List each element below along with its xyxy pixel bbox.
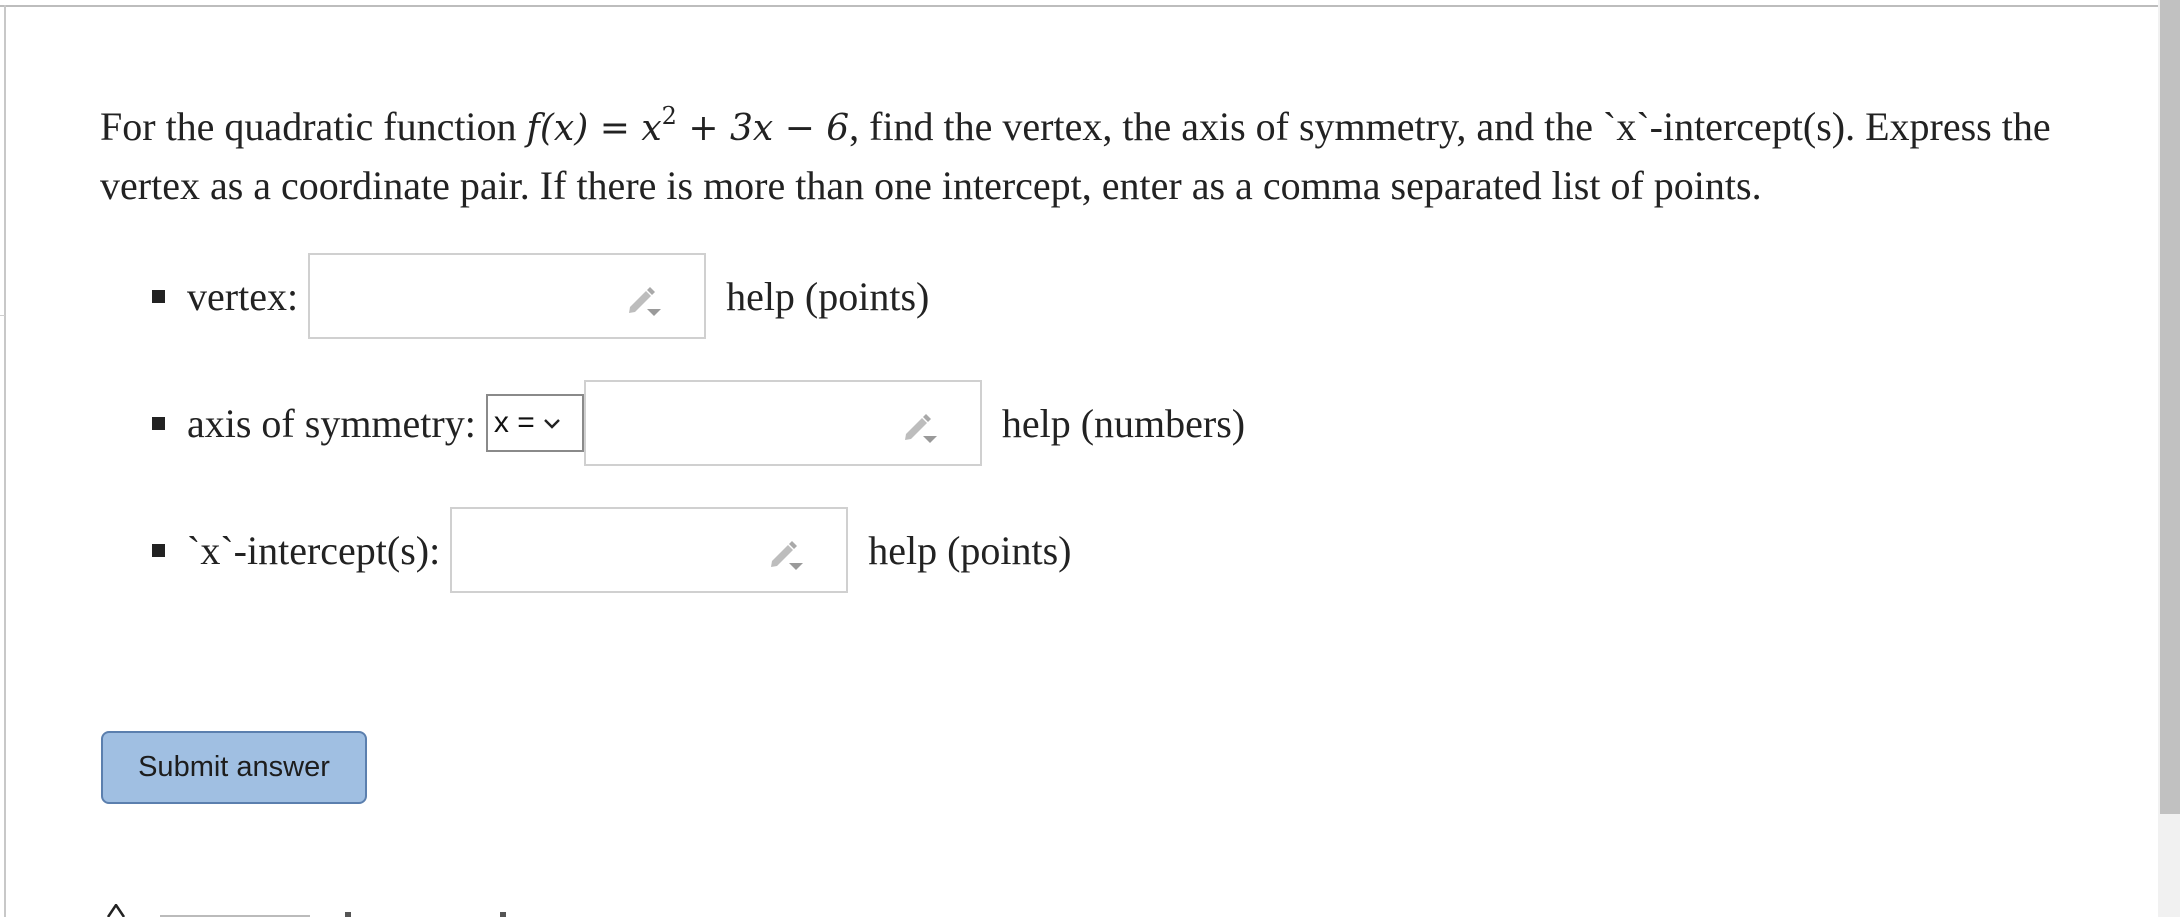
pencil-dropdown-icon[interactable]	[626, 283, 662, 319]
list-item-x-intercepts: `x`-intercept(s): help (points)	[152, 506, 1072, 594]
axis-variable-select-value: x =	[493, 406, 535, 439]
formula-exponent: 2	[661, 102, 677, 130]
scrollbar-thumb[interactable]	[2160, 0, 2180, 814]
problem-statement: For the quadratic function f(x) = x2 + 3…	[100, 98, 2120, 214]
axis-variable-select[interactable]: x =	[485, 394, 584, 452]
list-bullet	[152, 416, 165, 430]
vertex-input[interactable]	[308, 253, 707, 339]
list-bullet	[152, 289, 165, 303]
left-margin-tick	[0, 315, 5, 316]
list-item-vertex: vertex: help (points)	[152, 252, 929, 340]
axis-of-symmetry-input[interactable]	[583, 380, 982, 466]
pencil-dropdown-icon[interactable]	[768, 537, 804, 573]
function-formula: f(x) = x2 + 3x − 6	[526, 104, 850, 149]
vertex-help-link[interactable]: help (points)	[726, 273, 929, 320]
x-intercepts-label: `x`-intercept(s):	[187, 527, 441, 573]
cut-off-heading-fragment	[106, 904, 126, 917]
pencil-dropdown-icon[interactable]	[902, 410, 938, 446]
cut-off-text-fragment	[160, 912, 506, 917]
chevron-down-icon	[543, 419, 560, 429]
x-intercepts-help-link[interactable]: help (points)	[868, 527, 1071, 574]
formula-tail: + 3x − 6	[676, 108, 850, 149]
content-frame-top-border	[0, 5, 2158, 7]
list-item-axis-of-symmetry: axis of symmetry: x = help (numbers)	[152, 379, 1245, 467]
formula-body: (x) = x	[539, 108, 662, 149]
axis-help-link[interactable]: help (numbers)	[1002, 400, 1245, 447]
x-intercepts-input[interactable]	[450, 507, 849, 593]
formula-f: f	[526, 108, 540, 149]
submit-answer-button[interactable]: Submit answer	[101, 731, 367, 804]
content-frame-left-border	[4, 5, 6, 917]
problem-intro-text: For the quadratic function	[100, 104, 527, 149]
axis-of-symmetry-label: axis of symmetry:	[187, 400, 476, 446]
list-bullet	[152, 543, 165, 557]
vertex-label: vertex:	[187, 273, 299, 319]
